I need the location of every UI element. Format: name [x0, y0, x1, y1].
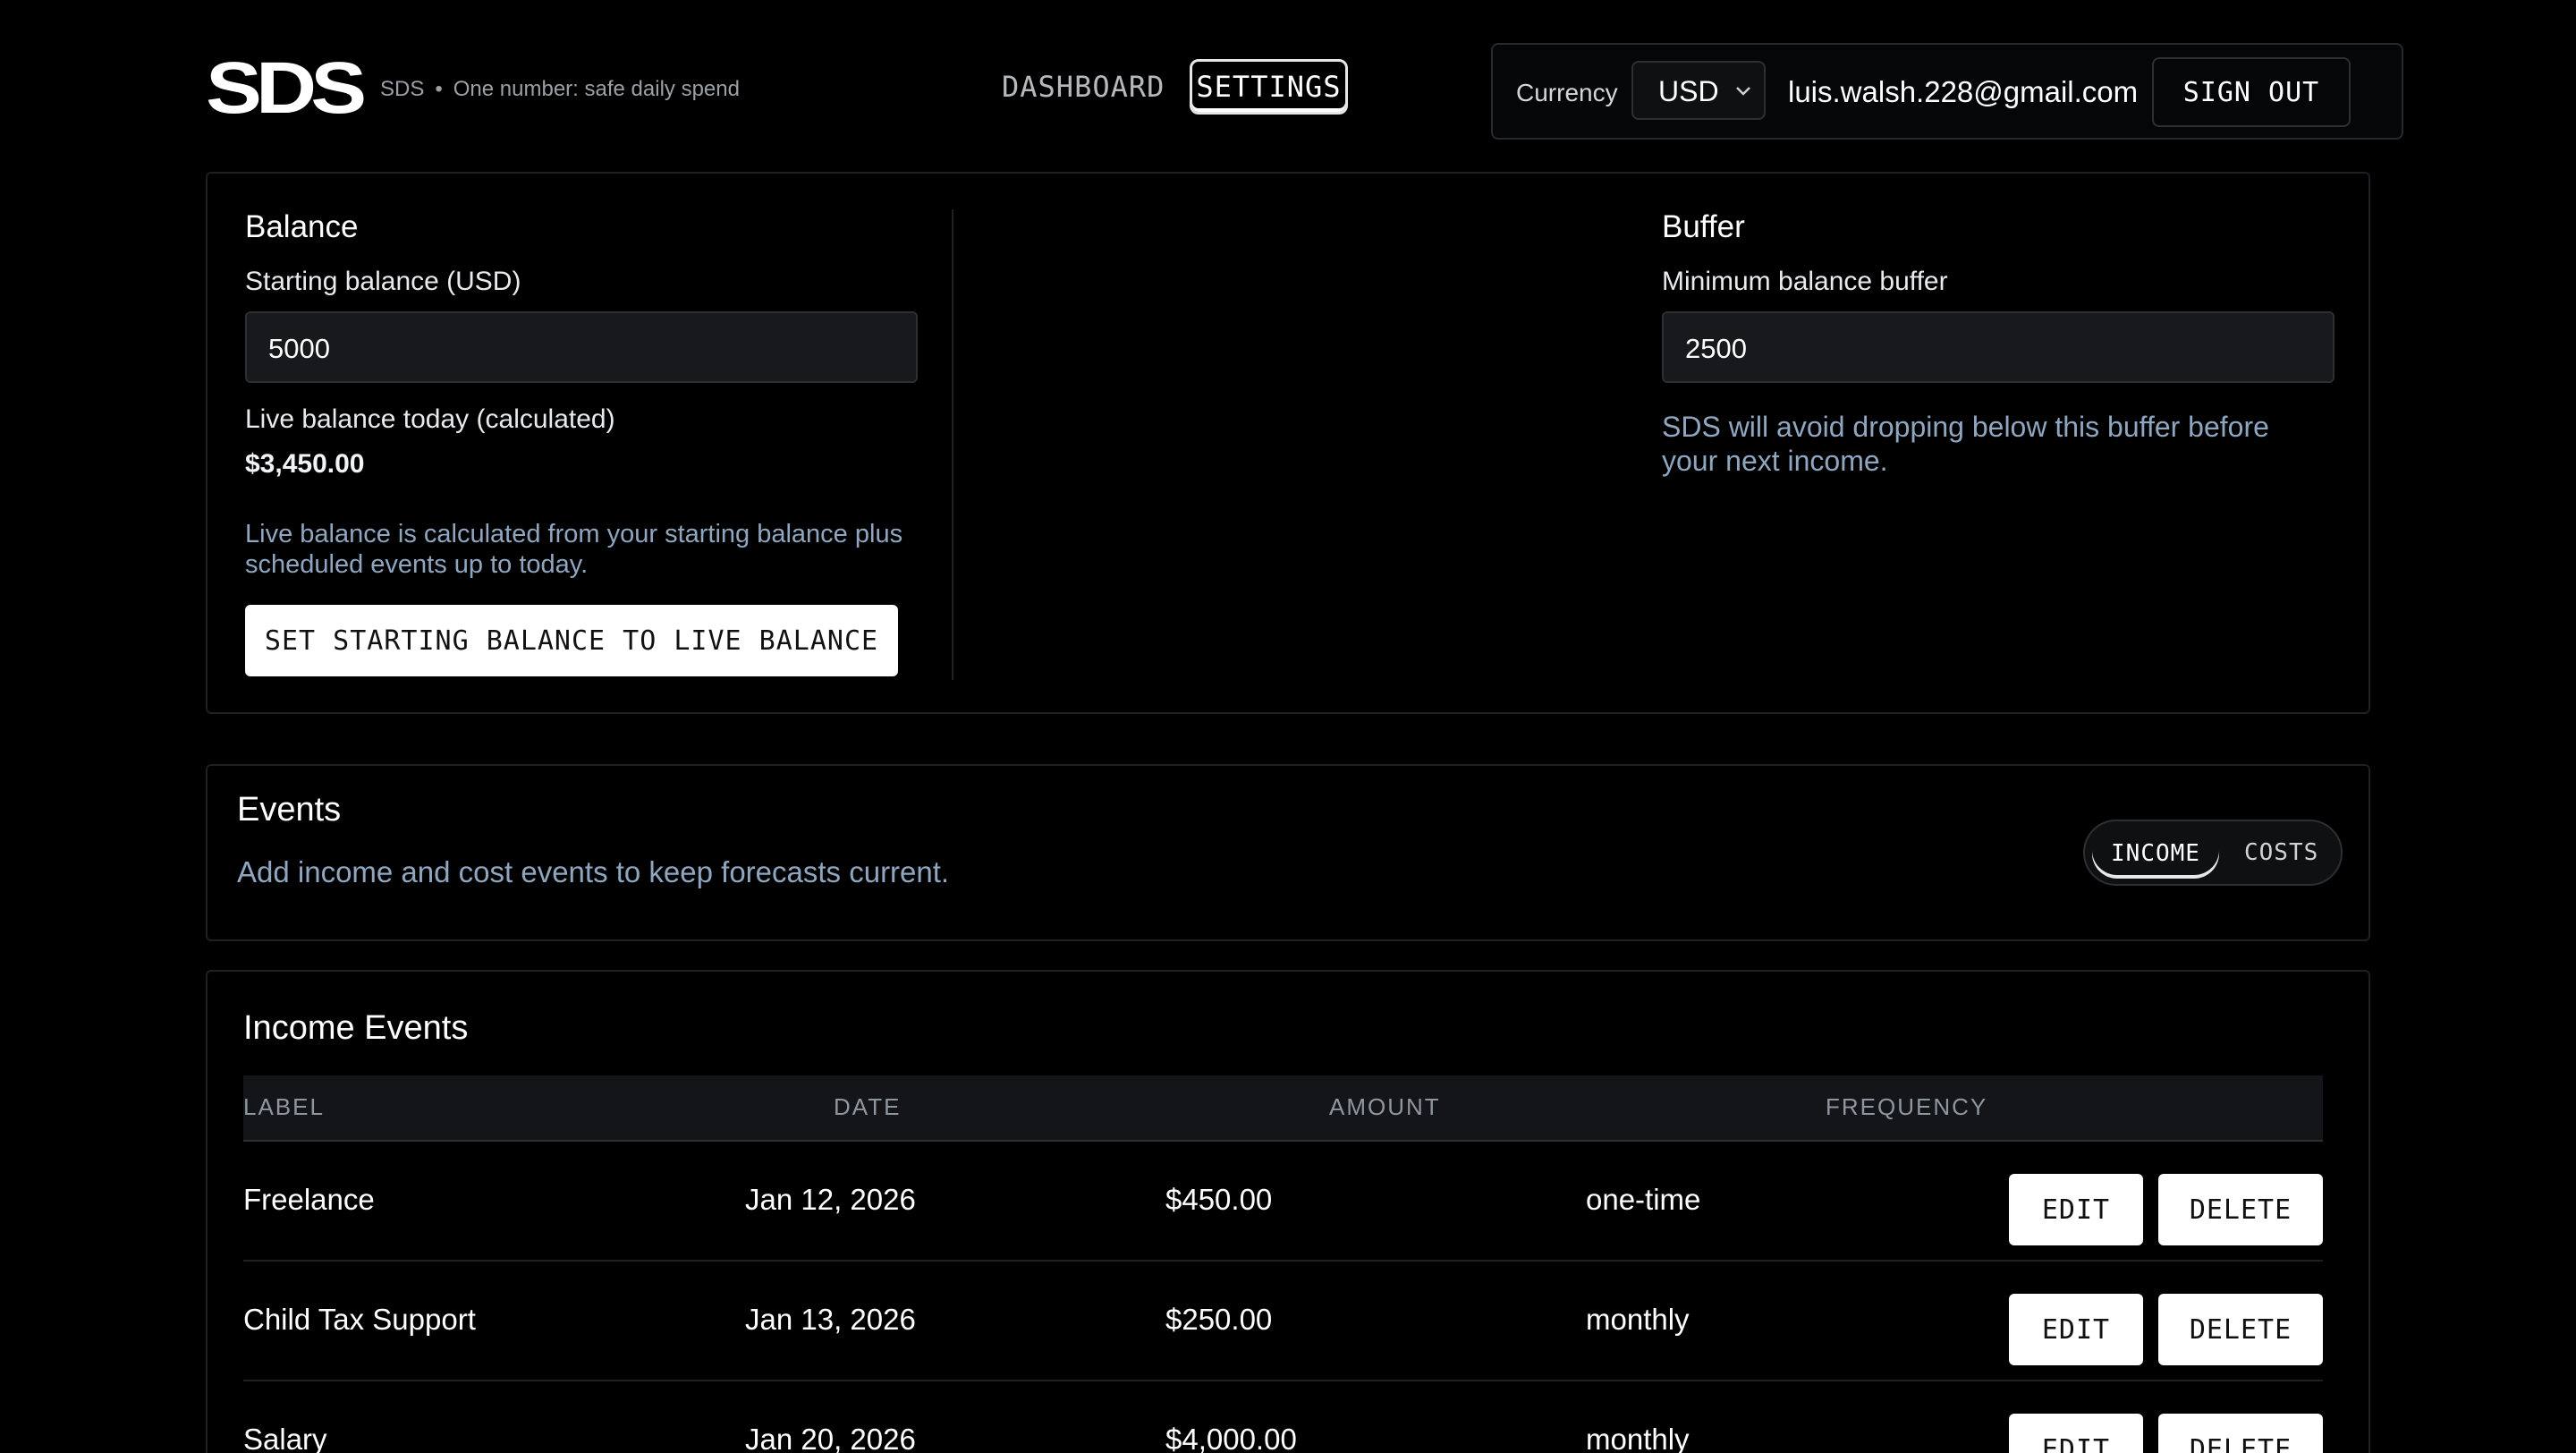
minimum-buffer-label: Minimum balance buffer	[1662, 267, 1948, 296]
live-balance-note: Live balance is calculated from your sta…	[245, 520, 903, 579]
app-logo[interactable]: SDS	[206, 52, 367, 125]
app-header: SDS SDS • One number: safe daily spend DAS…	[206, 43, 2403, 140]
live-balance-label: Live balance today (calculated)	[245, 404, 615, 434]
account-bar: Currency USD luis.walsh.228@gmail.com SI…	[1491, 43, 2403, 140]
brand-name: SDS	[380, 77, 425, 101]
main-nav: DASHBOARD SETTINGS	[1002, 59, 1348, 115]
table-row: Salary Jan 20, 2026 $4,000.00 monthly ED…	[243, 1381, 2323, 1453]
table-header: LABEL DATE AMOUNT FREQUENCY	[243, 1075, 2323, 1142]
event-type-toggle: INCOME COSTS	[2083, 820, 2343, 886]
buffer-title: Buffer	[1662, 209, 1745, 244]
events-panel: Events Add income and cost events to kee…	[206, 764, 2370, 941]
row-amount: $250.00	[1165, 1303, 1273, 1336]
delete-button[interactable]: DELETE	[2158, 1294, 2323, 1365]
row-amount: $450.00	[1165, 1183, 1273, 1216]
row-frequency: monthly	[1586, 1303, 1690, 1336]
row-label: Freelance	[243, 1183, 375, 1216]
income-events-panel: Income Events LABEL DATE AMOUNT FREQUENC…	[206, 970, 2370, 1453]
edit-button[interactable]: EDIT	[2009, 1294, 2143, 1365]
row-date: Jan 13, 2026	[745, 1303, 916, 1336]
column-header-amount: AMOUNT	[1329, 1093, 1441, 1120]
row-frequency: monthly	[1586, 1423, 1690, 1453]
income-events-title: Income Events	[243, 1009, 469, 1047]
delete-button[interactable]: DELETE	[2158, 1174, 2323, 1245]
buffer-note: SDS will avoid dropping below this buffe…	[1662, 411, 2269, 477]
currency-select[interactable]: USD	[1631, 61, 1766, 120]
starting-balance-label: Starting balance (USD)	[245, 267, 521, 296]
edit-button[interactable]: EDIT	[2009, 1174, 2143, 1245]
tagline: SDS • One number: safe daily spend	[380, 77, 740, 102]
panel-divider	[952, 209, 953, 680]
nav-settings[interactable]: SETTINGS	[1190, 59, 1348, 115]
events-title: Events	[237, 791, 342, 828]
minimum-buffer-value: 2500	[1685, 333, 1747, 364]
delete-button[interactable]: DELETE	[2158, 1414, 2323, 1453]
table-row: Freelance Jan 12, 2026 $450.00 one-time …	[243, 1142, 2323, 1262]
row-frequency: one-time	[1586, 1183, 1701, 1216]
balance-title: Balance	[245, 209, 359, 244]
set-starting-balance-button[interactable]: SET STARTING BALANCE TO LIVE BALANCE	[245, 605, 898, 676]
row-amount: $4,000.00	[1165, 1423, 1297, 1453]
table-row: Child Tax Support Jan 13, 2026 $250.00 m…	[243, 1262, 2323, 1381]
toggle-income[interactable]: INCOME	[2092, 828, 2219, 879]
column-header-label: LABEL	[243, 1093, 325, 1120]
row-date: Jan 20, 2026	[745, 1423, 916, 1453]
minimum-buffer-input[interactable]: 2500	[1662, 311, 2334, 383]
sign-out-button[interactable]: SIGN OUT	[2152, 57, 2351, 127]
column-header-frequency: FREQUENCY	[1826, 1093, 1988, 1120]
user-email: luis.walsh.228@gmail.com	[1788, 75, 2139, 108]
toggle-costs[interactable]: COSTS	[2244, 839, 2318, 866]
row-label: Salary	[243, 1423, 327, 1453]
separator-dot: •	[435, 77, 443, 101]
currency-value: USD	[1658, 75, 1719, 107]
edit-button[interactable]: EDIT	[2009, 1414, 2143, 1453]
starting-balance-value: 5000	[268, 333, 330, 364]
live-balance-value: $3,450.00	[245, 449, 365, 479]
column-header-date: DATE	[834, 1093, 902, 1120]
balance-panel: Balance Starting balance (USD) 5000 Live…	[206, 172, 2370, 714]
starting-balance-input[interactable]: 5000	[245, 311, 918, 383]
events-subtitle: Add income and cost events to keep forec…	[237, 855, 950, 888]
row-date: Jan 12, 2026	[745, 1183, 916, 1216]
nav-dashboard[interactable]: DASHBOARD	[1002, 59, 1165, 115]
tagline-text: One number: safe daily spend	[453, 77, 740, 101]
chevron-down-icon	[1735, 82, 1751, 103]
row-label: Child Tax Support	[243, 1303, 476, 1336]
currency-label: Currency	[1516, 79, 1618, 106]
